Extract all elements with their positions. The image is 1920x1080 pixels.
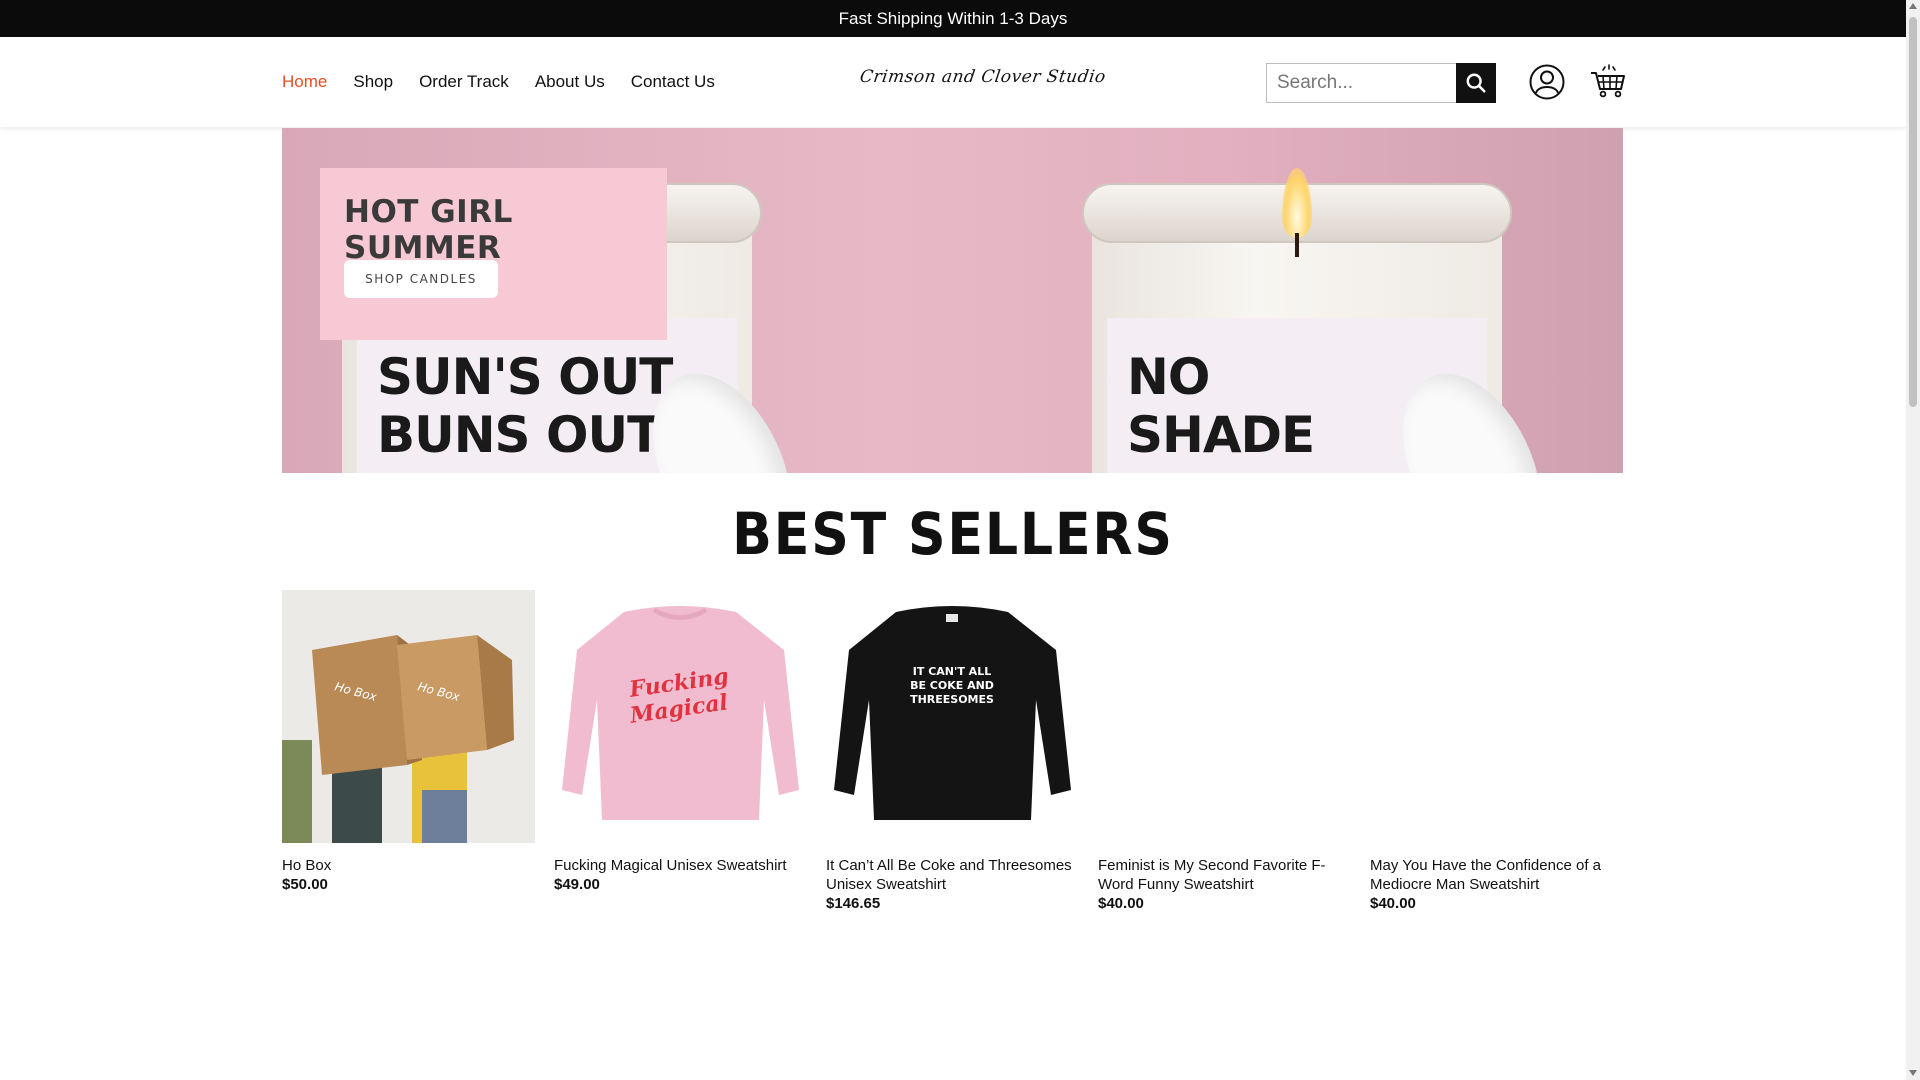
product-price: $40.00 <box>1098 895 1144 912</box>
nav-item-shop[interactable]: Shop <box>353 72 393 92</box>
product-image[interactable]: Fucking Magical <box>554 590 807 843</box>
site-logo[interactable]: Crimson and Clover Studio <box>859 67 1108 87</box>
box-people-photo: Ho Box Ho Box <box>282 590 535 843</box>
product-name[interactable]: Feminist is My Second Favorite F-Word Fu… <box>1098 856 1351 894</box>
hero-promo-card: HOT GIRL SUMMER SHOP CANDLES <box>320 168 667 340</box>
product-card[interactable]: Fucking Magical Fucking Magical Unisex S… <box>554 590 807 914</box>
shop-candles-button[interactable]: SHOP CANDLES <box>344 260 498 298</box>
best-sellers-title: BEST SELLERS <box>732 500 1174 568</box>
product-price: $40.00 <box>1370 895 1416 912</box>
product-name[interactable]: It Can’t All Be Coke and Threesomes Unis… <box>826 856 1079 894</box>
product-card[interactable]: Ho Box Ho Box Ho Box $50.00 <box>282 590 535 914</box>
svg-text:THREESOMES: THREESOMES <box>910 693 994 706</box>
product-name[interactable]: May You Have the Confidence of a Mediocr… <box>1370 856 1623 894</box>
scrollbar-thumb[interactable] <box>1909 17 1917 407</box>
search-icon <box>1466 73 1486 93</box>
site-header: Home Shop Order Track About Us Contact U… <box>0 37 1906 127</box>
pink-sweatshirt-image: Fucking Magical <box>562 606 799 820</box>
announcement-bar: Fast Shipping Within 1-3 Days <box>0 0 1906 37</box>
user-icon[interactable] <box>1529 64 1565 100</box>
product-price: $50.00 <box>282 876 328 893</box>
announcement-text: Fast Shipping Within 1-3 Days <box>838 8 1068 28</box>
candle-label-right: NO SHADE ALL TEA <box>1127 348 1348 473</box>
svg-text:BE COKE AND: BE COKE AND <box>910 679 994 692</box>
product-card[interactable]: May You Have the Confidence of a Mediocr… <box>1370 590 1623 914</box>
nav-item-about-us[interactable]: About Us <box>535 72 605 92</box>
product-card[interactable]: Feminist is My Second Favorite F-Word Fu… <box>1098 590 1351 914</box>
product-card[interactable]: IT CAN'T ALL BE COKE AND THREESOMES It C… <box>826 590 1079 914</box>
scroll-down-icon[interactable] <box>1909 1070 1917 1076</box>
product-name[interactable]: Ho Box <box>282 856 535 875</box>
scroll-up-icon[interactable] <box>1909 3 1917 9</box>
product-image[interactable]: Ho Box Ho Box <box>282 590 535 843</box>
candle-flame-icon <box>1282 168 1312 238</box>
nav-item-contact-us[interactable]: Contact Us <box>631 72 715 92</box>
search-form <box>1266 63 1496 103</box>
product-image[interactable] <box>1098 590 1351 843</box>
cart-icon[interactable] <box>1590 64 1626 100</box>
search-input[interactable] <box>1266 63 1456 103</box>
product-price: $146.65 <box>826 895 881 912</box>
hero-banner[interactable]: SUN'S OUT BUNS OUT NO SHADE ALL TEA HOT … <box>282 128 1623 473</box>
svg-text:IT CAN'T ALL: IT CAN'T ALL <box>913 665 991 678</box>
main-nav: Home Shop Order Track About Us Contact U… <box>282 37 715 127</box>
product-price: $49.00 <box>554 876 600 893</box>
hero-title: HOT GIRL SUMMER <box>344 194 513 266</box>
product-name[interactable]: Fucking Magical Unisex Sweatshirt <box>554 856 807 875</box>
search-button[interactable] <box>1456 63 1496 103</box>
nav-item-home[interactable]: Home <box>282 72 327 92</box>
product-image[interactable]: IT CAN'T ALL BE COKE AND THREESOMES <box>826 590 1079 843</box>
product-image[interactable] <box>1370 590 1623 843</box>
black-sweatshirt-image: IT CAN'T ALL BE COKE AND THREESOMES <box>834 606 1071 820</box>
nav-item-order-track[interactable]: Order Track <box>419 72 509 92</box>
candle-label-left: SUN'S OUT BUNS OUT <box>377 348 673 464</box>
product-grid: Ho Box Ho Box Ho Box $50.00 Fucking Magi… <box>282 590 1623 914</box>
page-scrollbar[interactable] <box>1906 0 1920 1080</box>
